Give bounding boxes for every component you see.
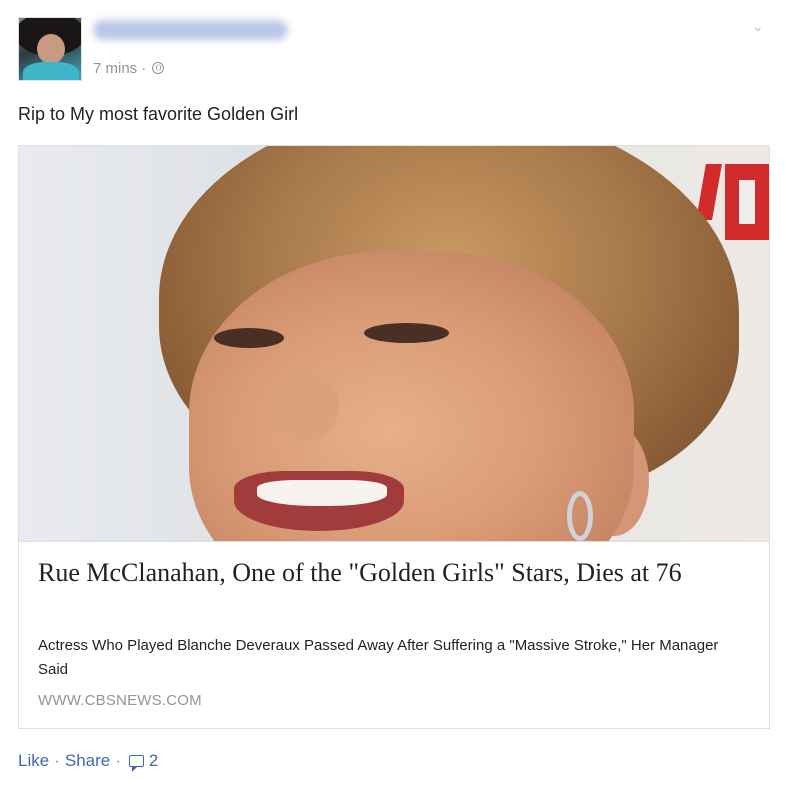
background-sign <box>739 180 755 224</box>
author-avatar[interactable] <box>18 17 82 81</box>
link-preview-body: Rue McClanahan, One of the "Golden Girls… <box>19 541 769 728</box>
globe-icon[interactable] <box>152 62 165 74</box>
action-separator: · <box>54 751 60 770</box>
action-separator: · <box>115 751 121 770</box>
link-description: Actress Who Played Blanche Deveraux Pass… <box>38 637 719 678</box>
link-domain: WWW.CBSNEWS.COM <box>38 692 202 709</box>
author-name-blurred[interactable] <box>93 20 288 40</box>
portrait-eye <box>214 328 284 348</box>
portrait-eye <box>364 323 449 343</box>
link-title[interactable]: Rue McClanahan, One of the "Golden Girls… <box>38 556 758 590</box>
portrait-teeth <box>257 480 387 506</box>
post-status-text: Rip to My most favorite Golden Girl <box>18 104 299 124</box>
portrait-earring <box>567 491 593 541</box>
chevron-down-icon[interactable]: ⌄ <box>752 19 764 33</box>
portrait-nose <box>269 371 339 441</box>
facebook-post: 7 mins · ⌄ Rip to My most favorite Golde… <box>0 0 786 786</box>
post-timestamp[interactable]: 7 mins <box>93 60 137 77</box>
post-meta: 7 mins · <box>93 58 165 78</box>
link-preview-image[interactable] <box>19 146 769 541</box>
comment-count[interactable]: 2 <box>149 751 158 771</box>
like-link[interactable]: Like <box>18 751 49 771</box>
share-link[interactable]: Share <box>65 751 110 771</box>
comment-icon[interactable] <box>128 755 144 772</box>
avatar-face <box>37 34 65 64</box>
meta-separator: · <box>141 59 147 77</box>
avatar-shirt <box>23 62 79 80</box>
post-actions: Like · Share · 2 <box>18 750 158 772</box>
link-preview-card[interactable]: Rue McClanahan, One of the "Golden Girls… <box>18 145 770 729</box>
